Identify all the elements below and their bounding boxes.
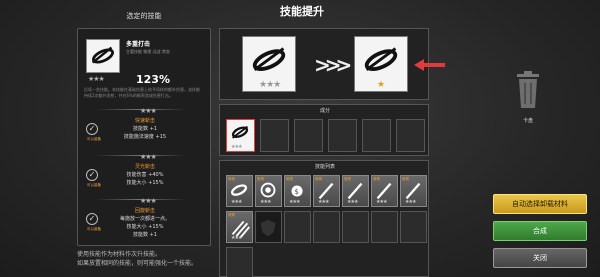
item-tag: 常规 [228, 177, 235, 181]
close-button[interactable]: 关闭 [493, 248, 587, 268]
current-skill-slot: ★★★ [242, 36, 296, 92]
left-panel-title: 选定的技能 [126, 12, 162, 20]
check-icon[interactable]: ✓ [86, 169, 98, 181]
skill-list-slot[interactable] [313, 211, 340, 243]
skill-tags: 主要技能 物理 远战 常态 [126, 49, 170, 54]
tier-name: 回旋斩击 [134, 208, 155, 214]
ingredient-slot[interactable] [362, 119, 391, 152]
item-stars: ★★★ [231, 199, 242, 205]
item-stars: ★★★ [318, 199, 329, 205]
skill-name: 多重打击 [126, 41, 151, 48]
svg-text:$: $ [294, 187, 299, 196]
item-stars: ★★★ [405, 199, 416, 205]
result-skill-slot: ★ [354, 36, 408, 92]
item-stars: ★★★ [260, 199, 271, 205]
trash-icon[interactable] [513, 70, 543, 110]
tier-1: ★★★ 快速斩击 技能数 +1 技能施法速度 +15 ✓ 可以装备 [82, 107, 208, 147]
chevron-right-icon: >>> [314, 53, 352, 77]
tier-2: ★★★ 灵光斩击 技能伤害 +40% 技能大小 +15% ✓ 可以装备 [82, 153, 208, 193]
slash-skill-icon [91, 46, 115, 64]
page-title: 技能提升 [280, 5, 324, 18]
item-stars: ★★★ [289, 199, 300, 205]
auto-select-button[interactable]: 自动选择卸载材料 [493, 194, 587, 214]
skill-list-title: 技能列表 [314, 164, 335, 170]
item-tag: 常规 [257, 177, 264, 181]
item-tag: 常规 [228, 213, 235, 217]
tier-line: 每施放一次都进一点。 [119, 216, 170, 222]
ingredient-panel: 成分 ★★★ [219, 104, 429, 156]
item-tag: 常规 [344, 177, 351, 181]
ingredient-slot[interactable]: ★★★ [226, 119, 255, 152]
combine-button[interactable]: 合成 [493, 221, 587, 241]
skill-list-item[interactable] [255, 211, 282, 243]
check-label: 可以装备 [87, 183, 101, 187]
check-label: 可以装备 [87, 227, 101, 231]
tier-line: 技能数 +1 [133, 232, 157, 238]
ingredient-slot[interactable] [328, 119, 357, 152]
check-label: 可以装备 [87, 137, 101, 141]
ingredient-slot[interactable] [294, 119, 323, 152]
result-stars: ★ [377, 80, 385, 90]
item-tag: 常规 [373, 177, 380, 181]
tier-line: 技能伤害 +40% [126, 172, 164, 178]
tier-3: ★★★ 回旋斩击 每施放一次都进一点。 技能大小 +15% 技能数 +1 ✓ 可… [82, 197, 208, 238]
ingredient-slot[interactable] [260, 119, 289, 152]
skill-list-slot[interactable] [342, 211, 369, 243]
tier-line: 技能数 +1 [133, 126, 157, 132]
upgrade-panel: ★★★ >>> ★ [219, 28, 429, 100]
selected-skill-panel: 多重打击 主要技能 物理 远战 常态 ★★★ 123% 后续一些技能。本技能在基… [77, 28, 211, 246]
ingredient-slot[interactable] [396, 119, 425, 152]
trash-label: 卡盘 [522, 118, 533, 124]
arrow-left-icon [414, 59, 445, 71]
tier-name: 灵光斩击 [134, 164, 155, 170]
skill-list-panel: 技能列表 常规 ★★★ 常规 ★★★ $ 常规 ★★★ 常规 ★★★ 常规 ★★… [219, 160, 429, 277]
tier-stars: ★★★ [140, 107, 157, 115]
skill-list-item[interactable]: $ 常规 ★★★ [284, 175, 311, 207]
skill-list-item[interactable]: 常规 ★★★ [255, 175, 282, 207]
item-tag: 常规 [286, 177, 293, 181]
skill-list-slot[interactable] [226, 247, 253, 277]
tier-stars: ★★★ [140, 153, 157, 161]
skill-percent: 123% [136, 73, 170, 86]
tier-name: 快速斩击 [134, 118, 155, 124]
tier-stars: ★★★ [140, 197, 157, 205]
skill-list-item[interactable]: 常规 ★★★ [226, 211, 253, 243]
skill-stars: ★★★ [88, 75, 105, 83]
skill-list-item[interactable]: 常规 ★★★ [400, 175, 427, 207]
item-stars: ★★★ [231, 235, 242, 241]
item-tag: 常规 [402, 177, 409, 181]
ingredient-stars: ★★★ [231, 144, 242, 150]
skill-list-slot[interactable] [371, 211, 398, 243]
skill-list-item[interactable]: 常规 ★★★ [342, 175, 369, 207]
skill-description: 后续一些技能。本技能在基础伤害上给予同样的额外伤害，该技能持续2次额外发射，并在… [84, 87, 200, 98]
check-icon[interactable]: ✓ [86, 123, 98, 135]
current-stars: ★★★ [259, 80, 281, 90]
item-stars: ★★★ [376, 199, 387, 205]
skill-list-item[interactable]: 常规 ★★★ [313, 175, 340, 207]
ingredient-title: 成分 [319, 108, 330, 114]
item-tag: 常规 [315, 177, 322, 181]
item-stars: ★★★ [347, 199, 358, 205]
skill-list-slot[interactable] [284, 211, 311, 243]
skill-list-slot[interactable] [400, 211, 427, 243]
skill-card: 多重打击 主要技能 物理 远战 常态 ★★★ 123% [84, 35, 204, 95]
skill-icon [86, 39, 120, 73]
shield-icon [260, 219, 276, 237]
check-icon[interactable]: ✓ [86, 213, 98, 225]
skill-list-item[interactable]: 常规 ★★★ [226, 175, 253, 207]
skill-list-item[interactable]: 常规 ★★★ [371, 175, 398, 207]
